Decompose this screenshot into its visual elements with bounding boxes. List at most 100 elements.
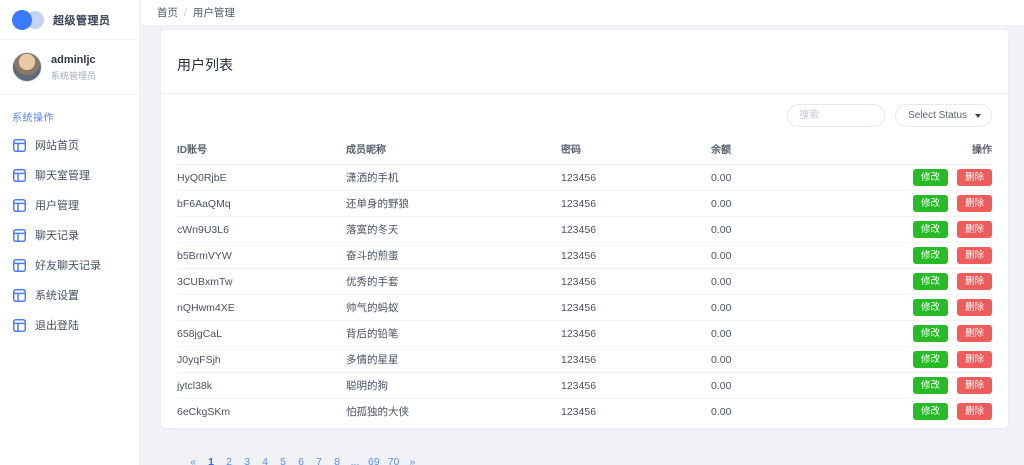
- cell-id: HyQ0RjbE: [177, 165, 346, 191]
- page-item[interactable]: 70: [386, 452, 402, 465]
- cell-id: bF6AaQMq: [177, 191, 346, 217]
- cell-password: 123456: [561, 295, 711, 321]
- page-item[interactable]: 6: [294, 452, 308, 465]
- sidebar-item[interactable]: 聊天室管理: [0, 160, 139, 190]
- page-item[interactable]: 7: [312, 452, 326, 465]
- user-list-card: 用户列表 Select Status ID账号 成员昵称 密码 余额 操作 Hy…: [161, 30, 1008, 428]
- delete-button[interactable]: 删除: [957, 221, 992, 238]
- window-layout-icon: [13, 289, 26, 302]
- sidebar-item[interactable]: 系统设置: [0, 280, 139, 310]
- pagination: « 12345678... 69 70»: [186, 452, 419, 465]
- breadcrumb-home[interactable]: 首页: [157, 5, 178, 20]
- cell-password: 123456: [561, 191, 711, 217]
- window-layout-icon: [13, 169, 26, 182]
- delete-button[interactable]: 删除: [957, 403, 992, 420]
- cell-balance: 0.00: [711, 373, 861, 399]
- cell-password: 123456: [561, 399, 711, 425]
- sidebar: 超级管理员 adminljc 系统管理员 系统操作 网站首页 聊天室管理: [0, 0, 140, 465]
- cell-password: 123456: [561, 321, 711, 347]
- cell-nickname: 优秀的手套: [346, 269, 561, 295]
- cell-password: 123456: [561, 269, 711, 295]
- table-row: cWn9U3L6 落寞的冬天 123456 0.00 修改 删除: [177, 217, 992, 243]
- table-row: HyQ0RjbE 潇洒的手机 123456 0.00 修改 删除: [177, 165, 992, 191]
- sidebar-item[interactable]: 退出登陆: [0, 310, 139, 340]
- cell-password: 123456: [561, 373, 711, 399]
- brand: 超级管理员: [0, 0, 139, 40]
- breadcrumb-bar: 首页 / 用户管理: [141, 0, 1024, 26]
- page-item[interactable]: 8: [330, 452, 344, 465]
- delete-button[interactable]: 删除: [957, 299, 992, 316]
- cell-balance: 0.00: [711, 191, 861, 217]
- edit-button[interactable]: 修改: [913, 351, 948, 368]
- sidebar-item-label: 网站首页: [35, 137, 79, 153]
- cell-nickname: 落寞的冬天: [346, 217, 561, 243]
- cell-balance: 0.00: [711, 243, 861, 269]
- delete-button[interactable]: 删除: [957, 377, 992, 394]
- edit-button[interactable]: 修改: [913, 325, 948, 342]
- window-layout-icon: [13, 319, 26, 332]
- cell-password: 123456: [561, 243, 711, 269]
- edit-button[interactable]: 修改: [913, 169, 948, 186]
- sidebar-item-label: 好友聊天记录: [35, 257, 101, 273]
- cell-actions: 修改 删除: [861, 217, 992, 243]
- sidebar-item-label: 聊天室管理: [35, 167, 90, 183]
- cell-id: jytcl38k: [177, 373, 346, 399]
- delete-button[interactable]: 删除: [957, 273, 992, 290]
- table-row: jytcl38k 聪明的狗 123456 0.00 修改 删除: [177, 373, 992, 399]
- breadcrumb-current: 用户管理: [193, 5, 235, 20]
- edit-button[interactable]: 修改: [913, 377, 948, 394]
- window-layout-icon: [13, 229, 26, 242]
- status-select[interactable]: Select Status: [895, 104, 992, 127]
- user-profile[interactable]: adminljc 系统管理员: [0, 40, 139, 95]
- table-row: nQHwm4XE 帅气的蚂蚁 123456 0.00 修改 删除: [177, 295, 992, 321]
- edit-button[interactable]: 修改: [913, 247, 948, 264]
- page-item[interactable]: 5: [276, 452, 290, 465]
- status-select-label: Select Status: [908, 110, 967, 121]
- sidebar-item-label: 用户管理: [35, 197, 79, 213]
- cell-balance: 0.00: [711, 217, 861, 243]
- delete-button[interactable]: 删除: [957, 169, 992, 186]
- edit-button[interactable]: 修改: [913, 273, 948, 290]
- page-item[interactable]: 2: [222, 452, 236, 465]
- sidebar-item[interactable]: 网站首页: [0, 130, 139, 160]
- delete-button[interactable]: 删除: [957, 351, 992, 368]
- edit-button[interactable]: 修改: [913, 195, 948, 212]
- cell-actions: 修改 删除: [861, 321, 992, 347]
- cell-id: 3CUBxmTw: [177, 269, 346, 295]
- cell-actions: 修改 删除: [861, 269, 992, 295]
- sidebar-item-label: 退出登陆: [35, 317, 79, 333]
- sidebar-section-label: 系统操作: [0, 95, 139, 130]
- table-row: 658jgCaL 背后的铅笔 123456 0.00 修改 删除: [177, 321, 992, 347]
- table-row: 6eCkgSKm 怕孤独的大侠 123456 0.00 修改 删除: [177, 399, 992, 425]
- cell-nickname: 多情的星星: [346, 347, 561, 373]
- edit-button[interactable]: 修改: [913, 221, 948, 238]
- cell-balance: 0.00: [711, 165, 861, 191]
- page-item[interactable]: 1: [204, 452, 218, 465]
- header-nickname: 成员昵称: [346, 135, 561, 165]
- sidebar-item[interactable]: 聊天记录: [0, 220, 139, 250]
- page-item[interactable]: ...: [348, 452, 362, 465]
- sidebar-item[interactable]: 用户管理: [0, 190, 139, 220]
- header-id: ID账号: [177, 135, 346, 165]
- edit-button[interactable]: 修改: [913, 403, 948, 420]
- cell-balance: 0.00: [711, 269, 861, 295]
- sidebar-item[interactable]: 好友聊天记录: [0, 250, 139, 280]
- delete-button[interactable]: 删除: [957, 325, 992, 342]
- search-input[interactable]: [787, 104, 885, 127]
- page-item[interactable]: 4: [258, 452, 272, 465]
- cell-nickname: 奋斗的煎蛋: [346, 243, 561, 269]
- breadcrumb-separator: /: [184, 7, 187, 19]
- edit-button[interactable]: 修改: [913, 299, 948, 316]
- page-item[interactable]: 69: [366, 452, 382, 465]
- cell-id: nQHwm4XE: [177, 295, 346, 321]
- user-role: 系统管理员: [51, 69, 96, 82]
- cell-balance: 0.00: [711, 399, 861, 425]
- cell-nickname: 怕孤独的大侠: [346, 399, 561, 425]
- page-item[interactable]: »: [405, 452, 419, 465]
- cell-password: 123456: [561, 165, 711, 191]
- page-item[interactable]: «: [186, 452, 200, 465]
- page-item[interactable]: 3: [240, 452, 254, 465]
- delete-button[interactable]: 删除: [957, 247, 992, 264]
- delete-button[interactable]: 删除: [957, 195, 992, 212]
- cell-balance: 0.00: [711, 347, 861, 373]
